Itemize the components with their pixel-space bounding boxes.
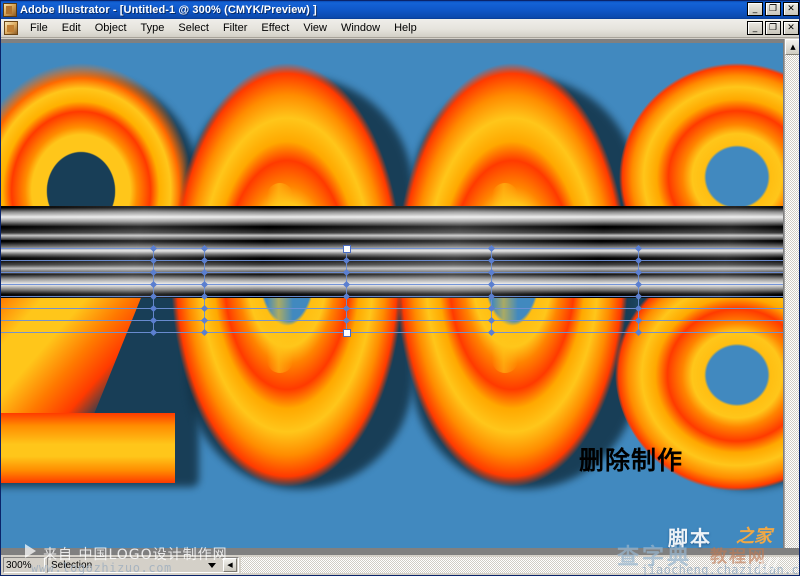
- doc-minimize-button[interactable]: _: [747, 21, 763, 35]
- menu-object[interactable]: Object: [88, 21, 134, 35]
- menu-bar: File Edit Object Type Select Filter Effe…: [1, 19, 799, 38]
- menu-help[interactable]: Help: [387, 21, 424, 35]
- menu-edit[interactable]: Edit: [55, 21, 88, 35]
- artboard-annotation: 删除制作: [579, 446, 684, 475]
- doc-close-button[interactable]: ✕: [783, 21, 799, 35]
- status-dropdown[interactable]: Selection: [47, 557, 239, 573]
- vertical-scrollbar[interactable]: ▲: [784, 39, 799, 548]
- illustrator-window: Adobe Illustrator - [Untitled-1 @ 300% (…: [0, 0, 800, 576]
- status-bar: 300% Selection ◀: [1, 555, 799, 575]
- scroll-up-button[interactable]: ▲: [785, 39, 799, 55]
- menu-window[interactable]: Window: [334, 21, 387, 35]
- status-nav-button[interactable]: ◀: [223, 558, 237, 572]
- window-title: Adobe Illustrator - [Untitled-1 @ 300% (…: [20, 4, 317, 16]
- document-window: 删除制作 ▲: [1, 39, 799, 575]
- close-button[interactable]: ✕: [783, 2, 799, 16]
- doc-restore-button[interactable]: ❐: [765, 21, 781, 35]
- restore-button[interactable]: ❐: [765, 2, 781, 16]
- zoom-level-field[interactable]: 300%: [3, 557, 45, 573]
- artboard-canvas[interactable]: 删除制作: [1, 43, 783, 548]
- selected-blend-object[interactable]: [1, 206, 783, 298]
- chevron-down-icon: [208, 562, 216, 568]
- document-icon[interactable]: [4, 21, 18, 35]
- menu-type[interactable]: Type: [134, 21, 172, 35]
- minimize-button[interactable]: _: [747, 2, 763, 16]
- status-filler: [241, 557, 799, 573]
- menu-filter[interactable]: Filter: [216, 21, 254, 35]
- menu-file[interactable]: File: [23, 21, 55, 35]
- menu-view[interactable]: View: [296, 21, 334, 35]
- zoom-level-value: 300%: [6, 559, 32, 571]
- document-window-controls: _ ❐ ✕: [747, 21, 799, 35]
- menu-effect[interactable]: Effect: [254, 21, 296, 35]
- menu-select[interactable]: Select: [171, 21, 216, 35]
- window-controls: _ ❐ ✕: [747, 2, 799, 16]
- title-bar: Adobe Illustrator - [Untitled-1 @ 300% (…: [1, 1, 799, 19]
- status-label: Selection: [51, 559, 93, 571]
- play-triangle-icon: [25, 544, 36, 558]
- illustrator-icon: [3, 3, 17, 17]
